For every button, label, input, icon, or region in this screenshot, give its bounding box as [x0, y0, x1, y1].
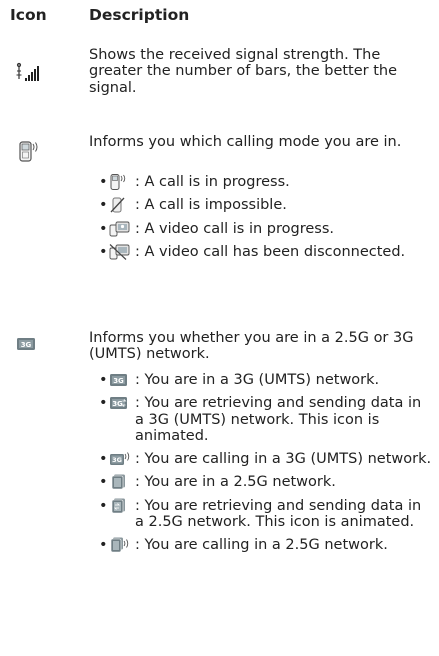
2-5g-network-icon	[109, 474, 131, 490]
list-item-text: : You are retrieving and sending data in…	[135, 395, 422, 444]
video-call-disconnected-icon	[109, 243, 131, 260]
list-item: • 3G : You are in a 3G (UMTS) network.	[89, 372, 434, 388]
list-item: • : A video call is in progress.	[89, 221, 434, 237]
svg-text:3G: 3G	[21, 341, 32, 349]
calling-mode-description: Informs you which calling mode you are i…	[89, 134, 402, 150]
list-item: • : You are in a 2.5G network.	[89, 474, 434, 490]
svg-text:3G: 3G	[113, 377, 124, 385]
description-column-header: Description	[89, 6, 190, 24]
3g-network-icon: 3G	[109, 372, 131, 388]
svg-text:3G: 3G	[112, 400, 123, 408]
network-type-icon: 3G	[16, 336, 36, 356]
bullet: •	[99, 537, 108, 554]
svg-text:3G: 3G	[112, 456, 122, 464]
list-item: • : You are retrieving and sending data …	[89, 498, 434, 531]
3g-data-icon: 3G	[109, 395, 131, 411]
bullet: •	[99, 197, 108, 214]
bullet: •	[99, 497, 108, 514]
list-item-text: : You are in a 3G (UMTS) network.	[135, 372, 380, 388]
2-5g-data-icon	[109, 498, 131, 514]
list-item-text: : A video call has been disconnected.	[135, 243, 406, 260]
calling-mode-list: • : A call is in progress. • : A call is…	[89, 174, 434, 267]
list-item: • : A video call has been disconnected.	[89, 244, 434, 260]
list-item: • : A call is in progress.	[89, 174, 434, 190]
2-5g-calling-icon	[109, 537, 131, 553]
list-item: • 3G : You are retrieving and sending da…	[89, 395, 434, 444]
network-type-description: Informs you whether you are in a 2.5G or…	[89, 330, 414, 363]
list-item-text: : You are in a 2.5G network.	[135, 474, 336, 491]
list-item: • : You are calling in a 2.5G network.	[89, 537, 434, 553]
network-type-list: • 3G : You are in a 3G (UMTS) network. •…	[89, 372, 434, 561]
bullet: •	[99, 395, 108, 412]
call-in-progress-icon	[109, 174, 131, 190]
3g-calling-icon: 3G	[109, 451, 131, 467]
list-item-text: : You are calling in a 2.5G network.	[135, 537, 388, 554]
list-item: • 3G : You are calling in a 3G (UMTS) ne…	[89, 451, 434, 467]
list-item: • : A call is impossible.	[89, 197, 434, 213]
video-call-in-progress-icon	[109, 221, 131, 237]
bullet: •	[99, 372, 108, 388]
list-item-text: : A call is in progress.	[135, 174, 290, 190]
list-item-text: : A call is impossible.	[135, 197, 287, 214]
calling-mode-icon	[17, 140, 41, 168]
bullet: •	[99, 174, 108, 190]
bullet: •	[99, 220, 108, 237]
icon-column-header: Icon	[10, 6, 47, 24]
bullet: •	[99, 474, 108, 491]
signal-strength-icon	[15, 62, 45, 88]
list-item-text: : You are calling in a 3G (UMTS) network…	[135, 451, 432, 468]
list-item-text: : A video call is in progress.	[135, 220, 334, 237]
bullet: •	[99, 243, 108, 260]
signal-strength-description: Shows the received signal strength. The …	[89, 47, 398, 96]
list-item-text: : You are retrieving and sending data in…	[135, 497, 422, 531]
bullet: •	[99, 451, 108, 468]
call-impossible-icon	[109, 197, 131, 213]
